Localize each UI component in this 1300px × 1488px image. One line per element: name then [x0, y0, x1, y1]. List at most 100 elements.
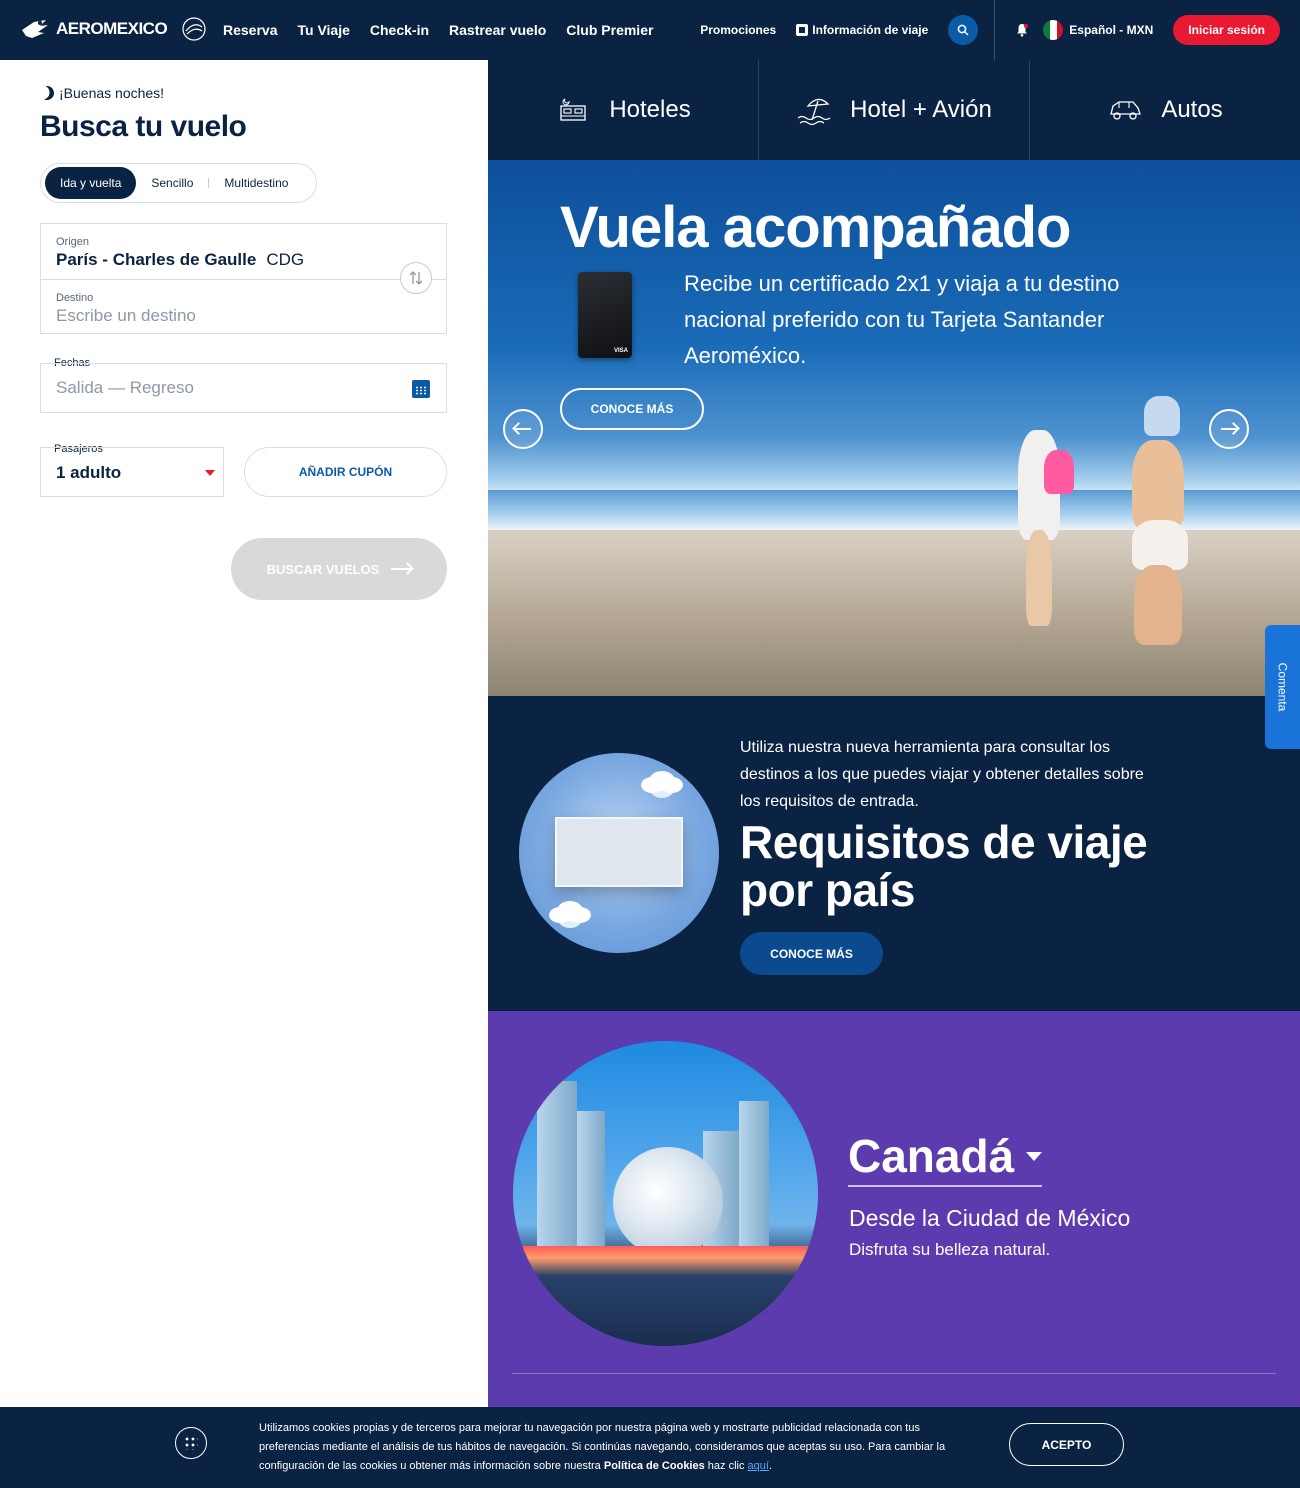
top-navigation: AEROMEXICO Reserva Tu Viaje Check-in Ras… — [0, 0, 1300, 60]
eagle-knight-icon — [22, 20, 48, 38]
hero-next-button[interactable] — [1209, 409, 1249, 449]
search-icon — [957, 24, 969, 36]
hero-prev-button[interactable] — [503, 409, 543, 449]
caret-down-icon — [205, 470, 215, 476]
add-coupon-button[interactable]: AÑADIR CUPÓN — [244, 447, 447, 497]
tile-hotel-avion-label: Hotel + Avión — [850, 96, 992, 123]
dates-placeholder: Salida — Regreso — [56, 378, 194, 397]
greeting: ¡Buenas noches! — [40, 85, 164, 101]
destination-field[interactable]: Destino Escribe un destino — [41, 279, 446, 334]
car-icon — [1110, 101, 1142, 120]
cookie-text-after: haz clic — [704, 1460, 748, 1472]
cookie-policy-link[interactable]: aquí — [748, 1460, 769, 1472]
santander-card-image — [578, 272, 632, 358]
waterfront — [513, 1246, 818, 1276]
arrow-right-icon — [1221, 428, 1237, 430]
trip-type-round[interactable]: Ida y vuelta — [45, 167, 137, 199]
origin-field[interactable]: Origen París - Charles de Gaulle CDG — [41, 224, 446, 279]
swap-routes-button[interactable] — [400, 262, 432, 294]
caret-down-icon — [1026, 1151, 1043, 1161]
cookie-text: Utilizamos cookies propias y de terceros… — [259, 1419, 959, 1476]
info-window-icon — [796, 24, 809, 36]
travel-info-link[interactable]: Información de viaje — [796, 23, 928, 37]
nav-item-rastrear-vuelo[interactable]: Rastrear vuelo — [449, 22, 546, 38]
travel-info-label: Información de viaje — [812, 23, 929, 37]
passengers-select[interactable]: 1 adulto — [40, 447, 224, 497]
hero-title: Vuela acompañado — [560, 195, 1071, 260]
bell-icon[interactable] — [1015, 23, 1029, 37]
hero-person-boy — [1144, 396, 1180, 436]
requirements-cta-button[interactable]: CONOCE MÁS — [740, 932, 883, 975]
cookie-text-main: Utilizamos cookies propias y de terceros… — [259, 1422, 946, 1472]
nav-item-reserva[interactable]: Reserva — [223, 22, 278, 38]
nav-item-check-in[interactable]: Check-in — [370, 22, 429, 38]
aeromexico-logo[interactable]: AEROMEXICO — [20, 16, 207, 42]
nav-item-club-premier[interactable]: Club Premier — [566, 22, 653, 38]
cloud-icon — [649, 771, 675, 791]
beach-umbrella-icon — [797, 98, 831, 126]
trip-type-multi[interactable]: Multidestino — [209, 167, 303, 199]
tile-hoteles[interactable]: Hoteles — [488, 60, 759, 160]
bed-icon — [560, 98, 586, 121]
accept-cookies-button[interactable]: ACEPTO — [1009, 1423, 1124, 1466]
login-button[interactable]: Iniciar sesión — [1173, 15, 1280, 45]
origin-city: París - Charles de Gaulle — [56, 250, 257, 269]
swap-arrows-icon — [409, 271, 423, 285]
trip-type-selector: Ida y vuelta Sencillo Multidestino — [40, 163, 317, 203]
search-flights-button[interactable]: BUSCAR VUELOS — [231, 538, 447, 600]
search-title: Busca tu vuelo — [40, 110, 247, 143]
cookie-text-end: . — [768, 1460, 773, 1472]
origin-destination-box: Origen París - Charles de Gaulle CDG Dest… — [40, 223, 447, 334]
tile-autos-label: Autos — [1161, 96, 1223, 123]
utility-nav: Promociones Información de viaje Español… — [700, 0, 1280, 60]
trip-type-oneway[interactable]: Sencillo — [136, 167, 208, 199]
tile-hotel-avion[interactable]: Hotel + Avión — [759, 60, 1030, 160]
skyteam-icon — [182, 17, 206, 41]
feedback-label: Comenta — [1275, 662, 1290, 712]
hero-person-father-legs — [1134, 565, 1182, 645]
travel-requirements-section: Utiliza nuestra nueva herramienta para c… — [488, 696, 1300, 1011]
search-button[interactable] — [948, 15, 979, 45]
destination-placeholder: Escribe un destino — [56, 306, 196, 325]
feedback-tab[interactable]: Comenta — [1265, 625, 1300, 749]
nav-divider — [994, 0, 996, 60]
hero-person-father — [1132, 440, 1184, 530]
requirements-screen-image — [555, 817, 683, 887]
mexico-flag-icon[interactable] — [1043, 20, 1064, 40]
arrow-right-icon — [391, 568, 412, 570]
main-nav: Reserva Tu Viaje Check-in Rastrear vuelo… — [223, 0, 653, 60]
product-tiles: Hoteles Hotel + Avión Autos — [488, 60, 1300, 160]
cookie-banner: Utilizamos cookies propias y de terceros… — [0, 1407, 1300, 1488]
origin-code: CDG — [266, 250, 305, 269]
building — [577, 1111, 605, 1251]
destination-name: Canadá — [848, 1130, 1015, 1182]
origin-value: París - Charles de Gaulle CDG — [56, 250, 431, 270]
passengers-value: 1 adulto — [56, 463, 122, 482]
language-selector[interactable]: Español - MXN — [1069, 23, 1153, 37]
nav-item-tu-viaje[interactable]: Tu Viaje — [298, 22, 350, 38]
logo-text: AEROMEXICO — [56, 19, 168, 38]
hero-text: Recibe un certificado 2x1 y viaja a tu d… — [684, 271, 1120, 368]
cloud-icon — [557, 901, 583, 921]
calendar-icon — [412, 380, 430, 398]
requirements-title: Requisitos de viaje por país — [740, 816, 1148, 916]
destination-selector[interactable]: Canadá — [848, 1129, 1043, 1187]
cookie-icon — [175, 1427, 207, 1459]
tile-autos[interactable]: Autos — [1030, 60, 1300, 160]
greeting-text: ¡Buenas noches! — [59, 85, 165, 101]
destination-image — [513, 1041, 818, 1346]
promo-content: Hoteles Hotel + Avión Autos Vuela acompa… — [488, 60, 1300, 1488]
promotions-link[interactable]: Promociones — [700, 23, 776, 37]
flight-search-panel: ¡Buenas noches! Busca tu vuelo Ida y vue… — [0, 60, 488, 1488]
dates-field[interactable]: Salida — Regreso — [40, 363, 447, 413]
hero-cta-button[interactable]: CONOCE MÁS — [560, 388, 704, 430]
hero-person-mother-legs — [1026, 530, 1052, 626]
origin-label: Origen — [56, 236, 90, 248]
tile-hoteles-label: Hoteles — [609, 96, 691, 123]
section-divider — [512, 1373, 1276, 1374]
hero-person-child — [1044, 450, 1074, 494]
requirements-text: Utiliza nuestra nueva herramienta para c… — [740, 739, 1144, 810]
arrow-left-icon — [515, 428, 531, 430]
building — [537, 1081, 577, 1251]
building — [739, 1101, 769, 1251]
